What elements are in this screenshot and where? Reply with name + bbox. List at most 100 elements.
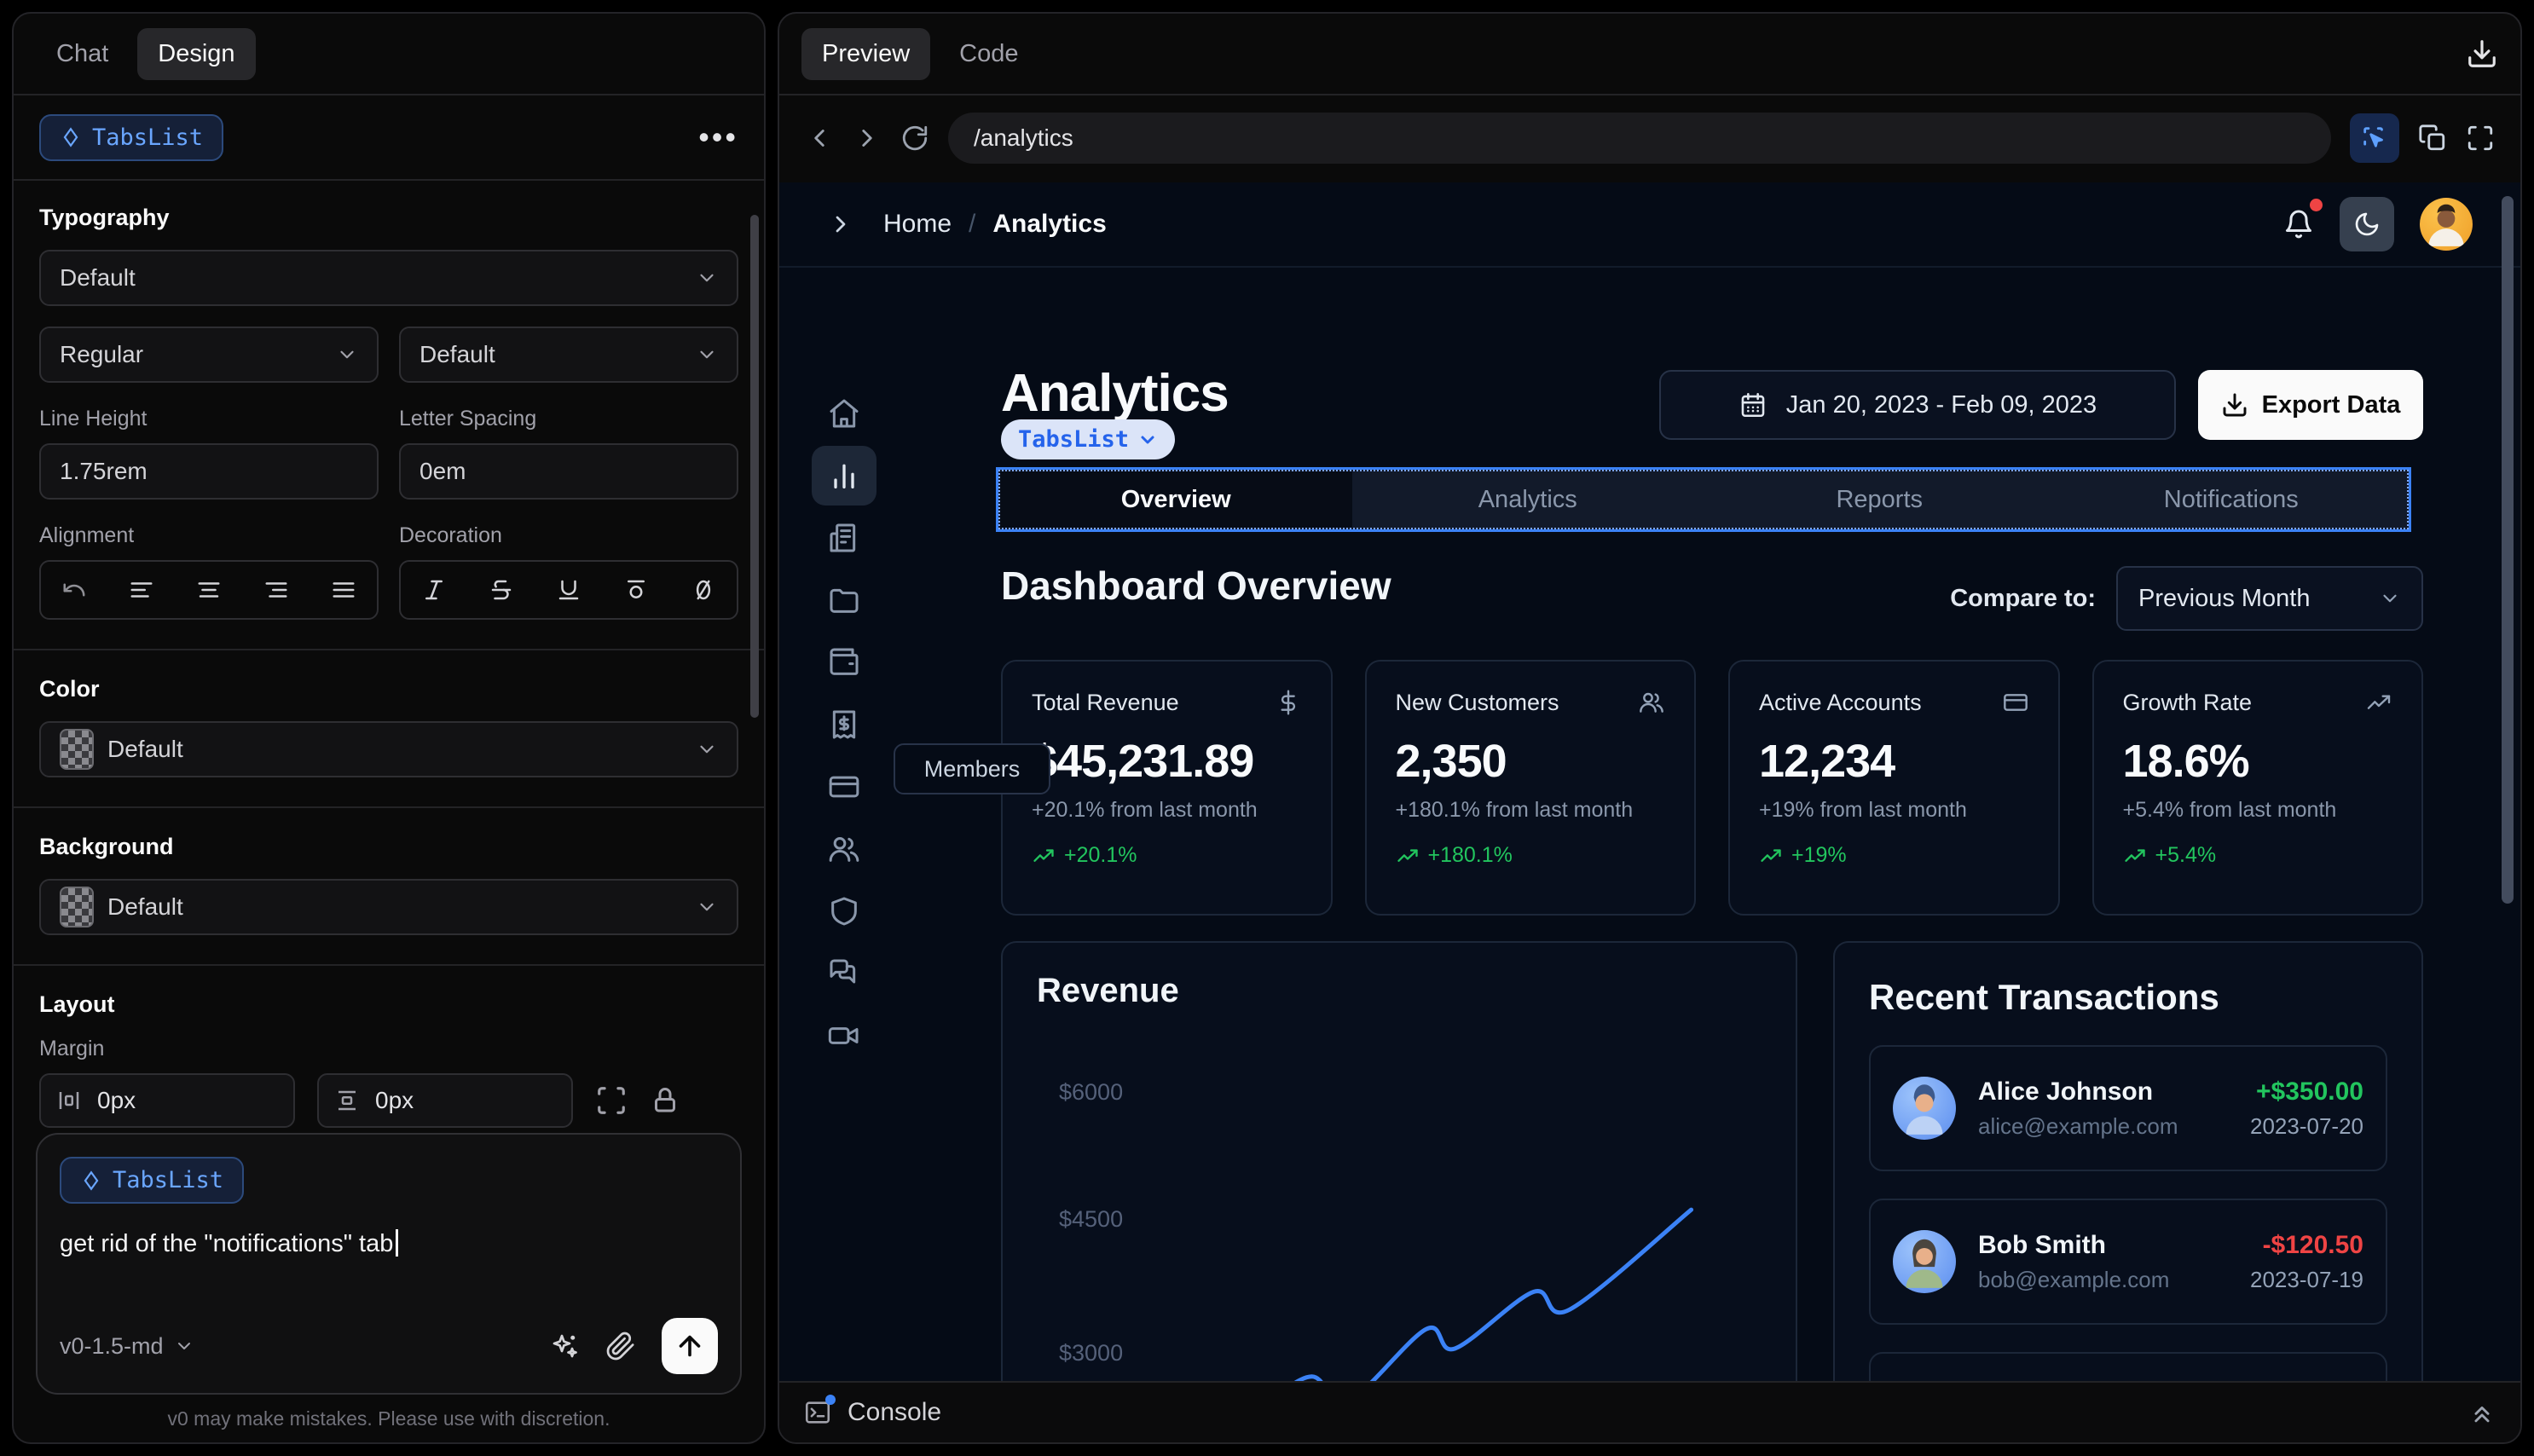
tab-design[interactable]: Design xyxy=(137,27,256,80)
building-icon xyxy=(830,523,856,552)
user-avatar[interactable] xyxy=(2420,198,2473,251)
preview-panel: Preview Code /analytics Home / Analytics xyxy=(778,12,2522,1444)
selected-component-chip[interactable]: TabsList xyxy=(39,113,224,161)
layout-section-label: Layout xyxy=(39,991,115,1017)
italic-icon[interactable] xyxy=(421,577,447,603)
members-tooltip: Members xyxy=(894,743,1050,794)
chevrons-up-icon[interactable] xyxy=(2467,1398,2496,1427)
inspect-element-button[interactable] xyxy=(2350,113,2399,163)
more-menu-button[interactable]: ••• xyxy=(698,119,738,155)
tabs-list: Overview Analytics Reports Notifications xyxy=(998,470,2409,529)
theme-toggle-button[interactable] xyxy=(2340,197,2394,251)
forward-icon[interactable] xyxy=(853,124,882,153)
chat-composer[interactable]: TabsList get rid of the "notifications" … xyxy=(36,1133,742,1395)
preview-scrollbar[interactable] xyxy=(2502,196,2514,904)
trend-up-icon xyxy=(1397,848,1418,862)
sidebar-expand-icon[interactable] xyxy=(827,211,854,238)
stat-card-new-customers: New Customers 2,350 +180.1% from last mo… xyxy=(1364,660,1696,916)
rail-analytics[interactable] xyxy=(812,446,876,506)
tab-preview[interactable]: Preview xyxy=(801,27,931,80)
alignment-group xyxy=(39,560,379,620)
align-center-icon[interactable] xyxy=(196,577,222,603)
color-select[interactable]: Default xyxy=(39,721,738,777)
margin-x-icon xyxy=(59,1092,79,1109)
font-weight-select[interactable]: Regular xyxy=(39,326,379,383)
transaction-amount: -$120.50 xyxy=(2262,1230,2363,1259)
composer-input[interactable]: get rid of the "notifications" tab xyxy=(60,1229,718,1258)
send-button[interactable] xyxy=(662,1318,718,1374)
download-icon[interactable] xyxy=(2466,38,2498,70)
inspect-cursor-icon xyxy=(2363,127,2383,147)
breadcrumb-home[interactable]: Home xyxy=(883,210,952,239)
no-decoration-icon[interactable] xyxy=(691,577,716,603)
margin-label: Margin xyxy=(39,1037,105,1060)
background-section-label: Background xyxy=(39,834,174,859)
font-size-select[interactable]: Default xyxy=(399,326,738,383)
rail-folder[interactable] xyxy=(812,570,876,630)
stat-card-active-accounts: Active Accounts 12,234 +19% from last mo… xyxy=(1728,660,2060,916)
composer-component-chip[interactable]: TabsList xyxy=(60,1157,245,1204)
overline-icon[interactable] xyxy=(623,577,649,603)
url-input[interactable]: /analytics xyxy=(948,113,2331,164)
background-select[interactable]: Default xyxy=(39,879,738,935)
console-bar[interactable]: Console xyxy=(779,1381,2520,1442)
selected-element-badge[interactable]: TabsList xyxy=(1001,419,1176,459)
y-tick: $6000 xyxy=(1059,1079,1124,1105)
line-height-input[interactable]: 1.75rem xyxy=(39,443,379,500)
align-right-icon[interactable] xyxy=(263,577,289,603)
back-icon[interactable] xyxy=(805,124,834,153)
rail-messages[interactable] xyxy=(812,944,876,1003)
background-swatch-icon xyxy=(60,887,94,927)
tab-analytics[interactable]: Analytics xyxy=(1352,471,1704,528)
bar-chart-icon xyxy=(834,464,854,488)
video-icon xyxy=(828,1027,859,1044)
tab-notifications[interactable]: Notifications xyxy=(2056,471,2408,528)
tab-code[interactable]: Code xyxy=(939,28,1038,80)
model-selector[interactable]: v0-1.5-md xyxy=(60,1333,194,1360)
left-panel-scrollbar[interactable] xyxy=(750,215,759,718)
rail-members[interactable] xyxy=(812,819,876,879)
compare-select[interactable]: Previous Month xyxy=(2116,566,2423,631)
revenue-chart-card: Revenue $6000 $4500 $3000 xyxy=(1001,941,1797,1381)
notification-dot xyxy=(2310,199,2323,211)
trend-up-icon xyxy=(2124,848,2145,862)
underline-icon[interactable] xyxy=(556,577,581,603)
align-left-icon[interactable] xyxy=(129,577,154,603)
letter-spacing-input[interactable]: 0em xyxy=(399,443,738,500)
dollar-icon xyxy=(1280,690,1295,715)
rail-home[interactable] xyxy=(812,384,876,443)
notifications-bell-button[interactable] xyxy=(2283,199,2323,240)
rail-video[interactable] xyxy=(812,1006,876,1066)
rail-security[interactable] xyxy=(812,881,876,941)
transaction-row[interactable]: Alice Johnson alice@example.com +$350.00… xyxy=(1869,1045,2387,1171)
fullscreen-icon[interactable] xyxy=(2466,124,2495,153)
calendar-icon xyxy=(1741,392,1765,418)
transaction-avatar xyxy=(1893,1230,1956,1293)
expand-margin-icon[interactable] xyxy=(595,1084,628,1117)
rail-wallet[interactable] xyxy=(812,633,876,692)
trend-up-icon xyxy=(1761,848,1781,862)
text-caret xyxy=(396,1229,399,1257)
transaction-row[interactable]: Bob Smith bob@example.com -$120.50 2023-… xyxy=(1869,1199,2387,1325)
date-range-button[interactable]: Jan 20, 2023 - Feb 09, 2023 xyxy=(1659,370,2176,440)
strikethrough-icon[interactable] xyxy=(489,577,514,603)
tab-overview[interactable]: Overview xyxy=(1000,471,1352,528)
attach-icon[interactable] xyxy=(605,1331,636,1361)
rail-credit-card[interactable] xyxy=(812,757,876,817)
tab-chat[interactable]: Chat xyxy=(36,28,129,80)
rail-building[interactable] xyxy=(812,508,876,568)
tab-reports[interactable]: Reports xyxy=(1704,471,2056,528)
margin-x-input[interactable]: 0px xyxy=(39,1073,295,1128)
lock-margin-icon[interactable] xyxy=(650,1085,680,1116)
chevron-down-icon xyxy=(2383,594,2397,603)
undo-icon[interactable] xyxy=(61,577,87,603)
sparkles-icon[interactable] xyxy=(549,1331,580,1361)
rail-receipt[interactable] xyxy=(812,695,876,754)
arrow-up-icon xyxy=(679,1335,701,1357)
font-family-select[interactable]: Default xyxy=(39,250,738,306)
export-data-button[interactable]: Export Data xyxy=(2198,370,2423,440)
align-justify-icon[interactable] xyxy=(331,577,356,603)
refresh-icon[interactable] xyxy=(900,124,929,153)
margin-y-input[interactable]: 0px xyxy=(317,1073,573,1128)
copy-icon[interactable] xyxy=(2418,124,2447,153)
